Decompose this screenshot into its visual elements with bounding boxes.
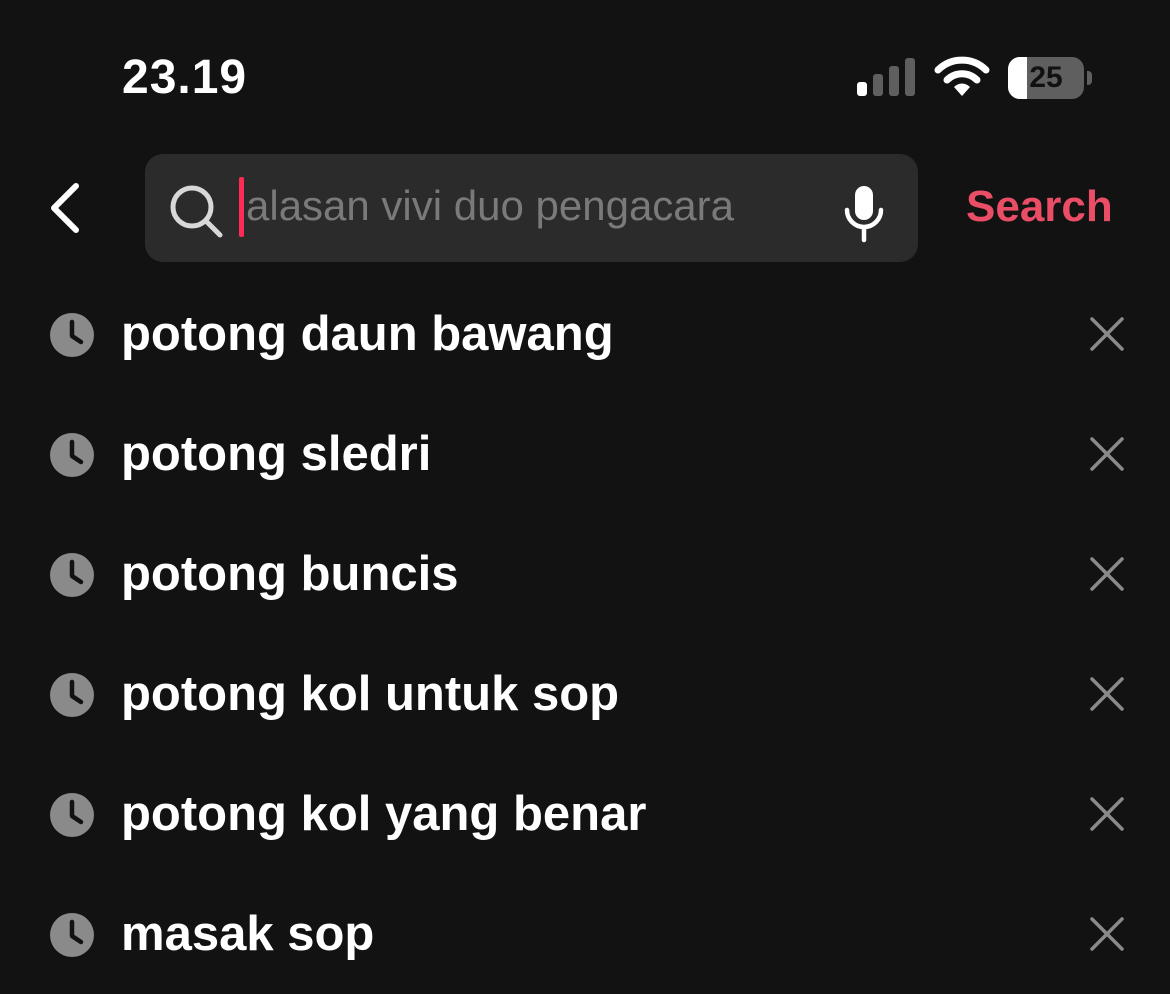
clock-icon bbox=[50, 313, 94, 357]
wifi-icon bbox=[934, 56, 990, 96]
battery-level: 25 bbox=[1029, 61, 1063, 94]
history-item[interactable]: potong daun bawang bbox=[0, 274, 1170, 394]
history-item[interactable]: masak sop bbox=[0, 874, 1170, 994]
history-item-label: potong daun bawang bbox=[121, 307, 614, 361]
text-caret bbox=[239, 177, 244, 237]
close-icon[interactable] bbox=[1088, 795, 1126, 833]
status-bar: 23.19 25 bbox=[0, 0, 1170, 140]
close-icon[interactable] bbox=[1088, 915, 1126, 953]
clock-icon bbox=[50, 913, 94, 957]
history-item-label: potong kol yang benar bbox=[121, 787, 647, 841]
close-icon[interactable] bbox=[1088, 315, 1126, 353]
clock-icon bbox=[50, 433, 94, 477]
mic-icon[interactable] bbox=[841, 184, 887, 244]
clock-icon bbox=[50, 553, 94, 597]
back-chevron-icon[interactable] bbox=[40, 180, 90, 236]
clock-icon bbox=[50, 673, 94, 717]
battery-icon: 25 bbox=[1008, 57, 1094, 101]
status-time: 23.19 bbox=[122, 51, 248, 104]
search-button[interactable]: Search bbox=[966, 182, 1113, 232]
history-item[interactable]: potong sledri bbox=[0, 394, 1170, 514]
history-item[interactable]: potong buncis bbox=[0, 514, 1170, 634]
signal-icon bbox=[857, 58, 915, 96]
history-item[interactable]: potong kol untuk sop bbox=[0, 634, 1170, 754]
history-item-label: potong buncis bbox=[121, 547, 459, 601]
search-history-list: potong daun bawang potong sledri potong … bbox=[0, 274, 1170, 994]
clock-icon bbox=[50, 793, 94, 837]
close-icon[interactable] bbox=[1088, 675, 1126, 713]
search-icon bbox=[170, 185, 223, 238]
history-item[interactable]: potong kol yang benar bbox=[0, 754, 1170, 874]
history-item-label: potong sledri bbox=[121, 427, 432, 481]
search-bar-row: Search bbox=[0, 150, 1170, 265]
close-icon[interactable] bbox=[1088, 555, 1126, 593]
search-input[interactable] bbox=[246, 176, 806, 236]
history-item-label: potong kol untuk sop bbox=[121, 667, 620, 721]
history-item-label: masak sop bbox=[121, 907, 375, 961]
close-icon[interactable] bbox=[1088, 435, 1126, 473]
